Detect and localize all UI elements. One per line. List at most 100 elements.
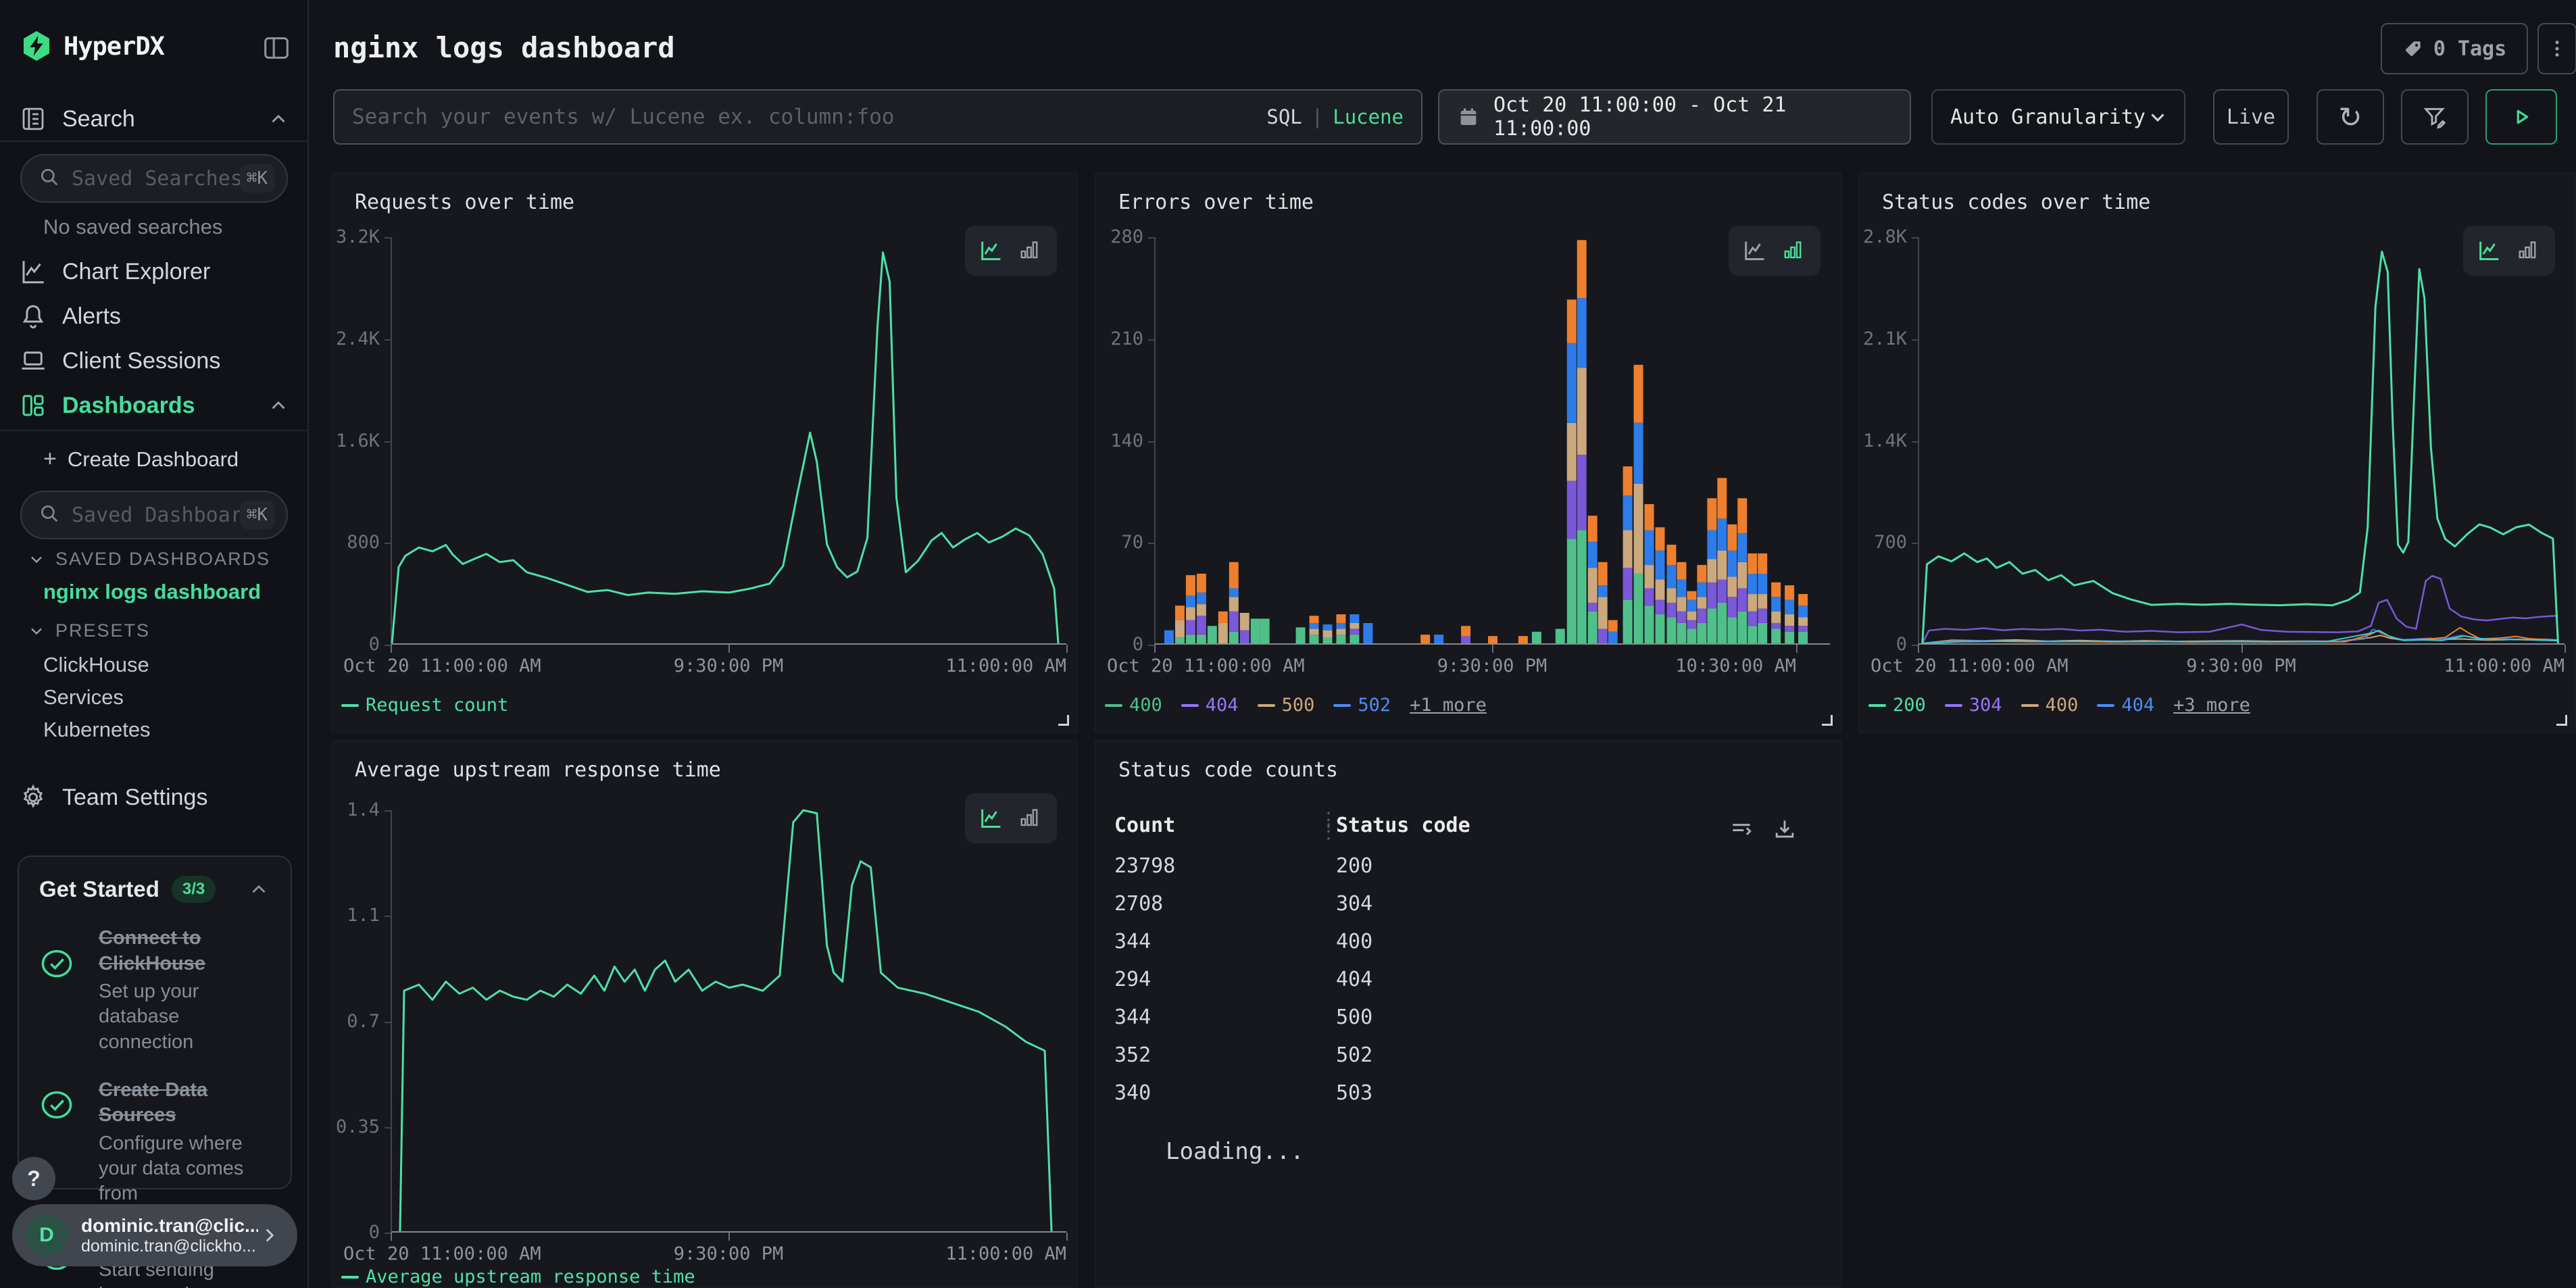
table-row[interactable]: 2708304: [1095, 892, 1841, 930]
checklist-item-sources[interactable]: Create Data Sources Configure where your…: [39, 1078, 270, 1207]
chart-plot[interactable]: [1154, 237, 1830, 645]
dashboards-icon: [19, 391, 47, 420]
table-row[interactable]: 294404: [1095, 968, 1841, 1006]
sidebar-item-services[interactable]: Services: [43, 685, 124, 710]
chart-plot[interactable]: [1918, 237, 2565, 645]
chevron-up-icon[interactable]: [247, 878, 270, 901]
run-query-button[interactable]: [2485, 89, 2557, 145]
cell-count: 344: [1114, 1006, 1151, 1029]
granularity-select[interactable]: Auto Granularity: [1931, 89, 2185, 145]
loading-text: Loading...: [1166, 1138, 1304, 1165]
sidebar-item-team-settings[interactable]: Team Settings: [0, 776, 309, 819]
x-axis-tick: 11:00:00 AM: [945, 655, 1066, 676]
granularity-value: Auto Granularity: [1950, 105, 2146, 129]
date-range-picker[interactable]: Oct 20 11:00:00 - Oct 21 11:00:00: [1438, 89, 1911, 145]
sidebar-item-nginx-logs-dashboard[interactable]: nginx logs dashboard: [43, 580, 261, 604]
saved-dashboards-input[interactable]: [72, 503, 240, 527]
y-axis-tick: 800: [332, 532, 380, 553]
sidebar-item-label: Chart Explorer: [62, 259, 290, 285]
chart-explorer-icon: [19, 257, 47, 286]
column-options-icon[interactable]: [1729, 816, 1754, 842]
sidebar-item-label: Search: [62, 106, 267, 132]
saved-dashboards-search[interactable]: ⌘K: [20, 491, 288, 539]
column-header-status-code[interactable]: Status code: [1336, 814, 1470, 837]
table-row[interactable]: 23798200: [1095, 854, 1841, 892]
lucene-mode-toggle[interactable]: Lucene: [1333, 105, 1404, 128]
y-axis-tick: 2.8K: [1859, 226, 1907, 247]
cell-count: 340: [1114, 1081, 1151, 1105]
y-axis-tick: 2.1K: [1859, 328, 1907, 349]
checklist-item-desc: Configure where your data comes from: [99, 1131, 270, 1206]
sidebar-item-client-sessions[interactable]: Client Sessions: [0, 339, 309, 382]
get-started-title: Get Started: [39, 876, 159, 902]
filter-edit-icon: [2421, 103, 2448, 130]
x-axis-tick: 9:30:00 PM: [1437, 655, 1547, 676]
resize-handle[interactable]: [1822, 715, 1833, 726]
table-row[interactable]: 344400: [1095, 930, 1841, 968]
sidebar-item-kubernetes[interactable]: Kubernetes: [43, 718, 151, 742]
y-axis-tick: 700: [1859, 532, 1907, 553]
brand: HyperDX: [20, 30, 164, 62]
create-dashboard-button[interactable]: + Create Dashboard: [43, 446, 239, 472]
bell-icon: [19, 302, 47, 330]
panel-title: Status code counts: [1118, 758, 1338, 782]
legend-item: 502: [1333, 695, 1391, 716]
y-axis-tick: 3.2K: [332, 226, 380, 247]
chart-legend: 200304400404+3 more: [1868, 695, 2250, 716]
sidebar-item-label: Team Settings: [62, 785, 290, 811]
sidebar-item-alerts[interactable]: Alerts: [0, 295, 309, 338]
saved-searches-input[interactable]: [72, 167, 240, 191]
sidebar-item-search[interactable]: Search: [0, 100, 309, 138]
saved-dashboards-group[interactable]: SAVED DASHBOARDS: [27, 549, 270, 570]
legend-more-link[interactable]: +3 more: [2173, 695, 2250, 716]
live-button[interactable]: Live: [2213, 89, 2289, 145]
legend-item: Request count: [341, 695, 508, 716]
more-options-button[interactable]: [2537, 23, 2576, 74]
panel-title: Requests over time: [355, 191, 574, 214]
sidebar-item-dashboards[interactable]: Dashboards: [0, 384, 309, 427]
collapse-sidebar-icon[interactable]: [261, 32, 292, 64]
x-axis-tick: Oct 20 11:00:00 AM: [1871, 655, 2069, 676]
y-axis-tick: 0: [332, 634, 380, 655]
legend-more-link[interactable]: +1 more: [1410, 695, 1487, 716]
get-started-card: Get Started 3/3 Connect to ClickHouse Se…: [18, 856, 292, 1189]
sidebar-item-chart-explorer[interactable]: Chart Explorer: [0, 250, 309, 293]
sidebar-item-clickhouse[interactable]: ClickHouse: [43, 653, 149, 677]
panel-title: Errors over time: [1118, 191, 1314, 214]
table-row[interactable]: 340503: [1095, 1081, 1841, 1119]
legend-item: 500: [1258, 695, 1315, 716]
cell-status-code: 404: [1336, 968, 1372, 991]
resize-handle[interactable]: [2556, 715, 2567, 726]
x-axis-tick: 10:30:00 AM: [1675, 655, 1796, 676]
x-axis-tick: 9:30:00 PM: [2186, 655, 2296, 676]
chart-plot[interactable]: [391, 810, 1066, 1233]
table-row[interactable]: 352502: [1095, 1043, 1841, 1081]
checklist-item-connect[interactable]: Connect to ClickHouse Set up your databa…: [39, 926, 270, 1055]
panel-status-codes-over-time: Status codes over time 2.8K2.1K1.4K7000O…: [1858, 172, 2576, 733]
event-search-bar[interactable]: SQL | Lucene: [333, 89, 1422, 145]
chevron-right-icon: [258, 1224, 281, 1247]
tags-button[interactable]: 0 Tags: [2381, 23, 2528, 74]
table-row[interactable]: 344500: [1095, 1006, 1841, 1043]
y-axis-tick: 210: [1095, 328, 1143, 349]
download-csv-icon[interactable]: [1772, 816, 1798, 842]
y-axis-tick: 1.1: [332, 905, 380, 926]
kebab-menu-icon: [2546, 37, 2569, 60]
refresh-button[interactable]: ↻: [2317, 89, 2384, 145]
sql-mode-toggle[interactable]: SQL: [1266, 105, 1302, 128]
event-search-input[interactable]: [352, 105, 1266, 129]
x-axis-tick: 11:00:00 AM: [945, 1243, 1066, 1264]
user-menu[interactable]: D dominic.tran@clic... dominic.tran@clic…: [12, 1204, 297, 1266]
chart-plot[interactable]: [391, 237, 1066, 645]
resize-handle[interactable]: [1058, 715, 1069, 726]
filters-button[interactable]: [2401, 89, 2469, 145]
saved-searches-search[interactable]: ⌘K: [20, 154, 288, 203]
help-button[interactable]: ?: [12, 1157, 55, 1200]
search-icon: [38, 166, 61, 192]
sidebar: HyperDX Search ⌘K No saved searches: [0, 0, 309, 1288]
y-axis-tick: 70: [1095, 532, 1143, 553]
presets-group[interactable]: PRESETS: [27, 620, 150, 641]
column-header-count[interactable]: Count: [1114, 814, 1175, 837]
hyperdx-logo-icon: [20, 30, 53, 62]
x-axis-tick: 11:00:00 AM: [2444, 655, 2565, 676]
